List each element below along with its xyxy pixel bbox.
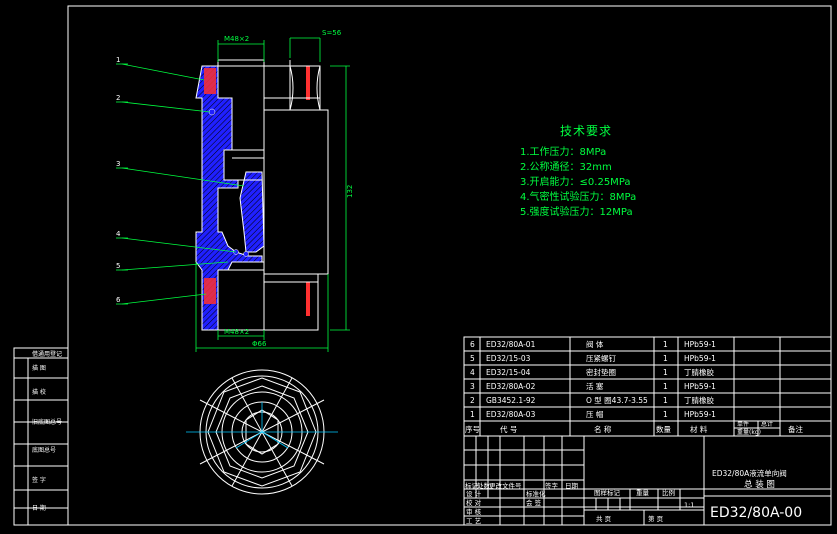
sheet-label: 第 页 [648,514,664,523]
thread-mark-bottom [306,282,310,316]
tech-item-1: 1.工作压力：8MPa [520,147,607,158]
section-hatch-piston [239,171,265,253]
bom-cell-qty: 1 [663,368,668,377]
bom-header-material: 材 料 [690,424,708,434]
tech-item-4: 4.气密性试验压力：8MPa [520,192,637,203]
bom-cell-material: HPb59-1 [684,340,716,349]
bom-cell-qty: 1 [663,340,668,349]
callout-2: 2 [116,94,120,102]
bom-cell-qty: 1 [663,354,668,363]
bom-header-name: 名 称 [594,424,612,434]
callout-6: 6 [116,296,121,304]
body-outline [218,59,329,331]
bom-cell-code: GB3452.1-92 [486,396,536,405]
strip-label-2: 描 校 [32,388,46,396]
product-name: ED32/80A液流单向阀 [712,468,787,478]
tech-title: 技术要求 [560,124,613,138]
bom-cell-no: 6 [470,340,475,349]
bom-cell-name: 压 帽 [586,409,603,419]
bom-cell-name: 压紧螺钉 [586,353,616,363]
bom-header-code: 代 号 [500,424,517,434]
rev-head-sign: 签字 [545,481,559,490]
bom-cell-no: 1 [470,410,475,419]
tech-item-5: 5.强度试验压力：12MPa [520,207,633,218]
callout-1: 1 [116,56,120,64]
bom-cell-code: ED32/15-04 [486,368,531,377]
strip-label-5: 签 字 [32,476,46,484]
rev-head-date: 日期 [565,482,579,490]
strip-label-6: 日 期 [32,504,46,512]
role-process: 工 艺 [466,517,482,525]
strip-label-1: 描 图 [32,364,46,372]
sheets-label: 共 页 [596,514,612,523]
end-view [186,369,338,495]
bom-cell-material: HPb59-1 [684,382,716,391]
scale-label: 比例 [662,488,675,497]
dim-height: 132 [346,185,354,198]
bom-cell-code: ED32/80A-03 [486,410,536,419]
role-design: 设 计 [466,489,482,498]
dim-top-thread: M48×2 [224,35,249,43]
bom-header-total: 总计 [761,420,773,428]
seal-top [204,68,216,94]
technical-requirements: 技术要求 1.工作压力：8MPa 2.公称通径：32mm 3.开启能力：≤0.2… [520,122,636,220]
bom-cell-material: HPb59-1 [684,354,716,363]
bom-cell-no: 2 [470,396,475,405]
weight-label: 重量 [636,489,650,497]
stage-mark-label: 图样标记 [594,488,621,497]
drawing-canvas: M48×2 S=56 132 M48×2 Φ66 1 2 3 4 5 6 借通用… [0,0,837,530]
bom-cell-name: 活 塞 [586,381,604,391]
bom-cell-qty: 1 [663,382,668,391]
center-lines [186,402,338,449]
role-review: 审 核 [466,507,482,516]
bom-cell-qty: 1 [663,410,668,419]
bom-header-remark: 备注 [788,424,803,434]
strip-label-0: 借通用登记 [32,350,62,358]
dim-hex-size: S=56 [322,29,342,37]
dim-bottom-thread: M48×2 [224,328,249,336]
tech-item-2: 2.公称通径：32mm [520,162,612,173]
bom-header-single: 单件 [737,420,749,428]
bom-header-no: 序号 [465,424,480,434]
bom-cell-code: ED32/15-03 [486,354,531,363]
approval-standard: 标准化 [526,489,546,498]
drawing-number: ED32/80A-00 [710,505,802,521]
strip-label-4: 底图总号 [32,446,56,454]
thread-mark-top [306,66,310,100]
left-strip [13,347,69,526]
strip-label-3: 旧底图总号 [32,418,62,426]
bom-cell-no: 5 [470,354,475,363]
dim-outer-diameter: Φ66 [252,340,267,348]
bom-cell-material: 丁腈橡胶 [684,395,714,405]
bom-cell-qty: 1 [663,396,668,405]
scale-value: 1:1 [684,501,694,509]
section-view: M48×2 S=56 132 M48×2 Φ66 1 2 3 4 5 6 [116,29,354,352]
bom-cell-name: O 型 圈43.7-3.55 [586,396,648,405]
bom-cell-material: HPb59-1 [684,410,716,419]
drawing-type: 总 装 图 [744,479,775,490]
role-check: 校 对 [466,498,482,507]
bom-cell-no: 4 [470,368,475,377]
approval-countersign: 会 签 [526,498,542,507]
callout-5: 5 [116,262,120,270]
bom-header-weight: 重量(kg) [737,428,761,436]
dimensions [116,37,350,352]
tech-item-3: 3.开启能力：≤0.25MPa [520,177,631,188]
bom-cell-no: 3 [470,382,475,391]
bom-cell-code: ED32/80A-01 [486,340,536,349]
bom-header-qty: 数量 [656,424,671,434]
bom-cell-name: 密封垫圈 [586,367,616,377]
callout-3: 3 [116,160,120,168]
bom-cell-name: 阀 体 [586,339,604,349]
bom-cell-code: ED32/80A-02 [486,382,536,391]
rev-head-file: 更改文件号 [489,481,522,490]
bom-cell-material: 丁腈橡胶 [684,367,714,377]
cad-drawing: M48×2 S=56 132 M48×2 Φ66 1 2 3 4 5 6 借通用… [13,5,832,526]
callout-4: 4 [116,230,121,238]
seal-bottom [204,278,216,304]
